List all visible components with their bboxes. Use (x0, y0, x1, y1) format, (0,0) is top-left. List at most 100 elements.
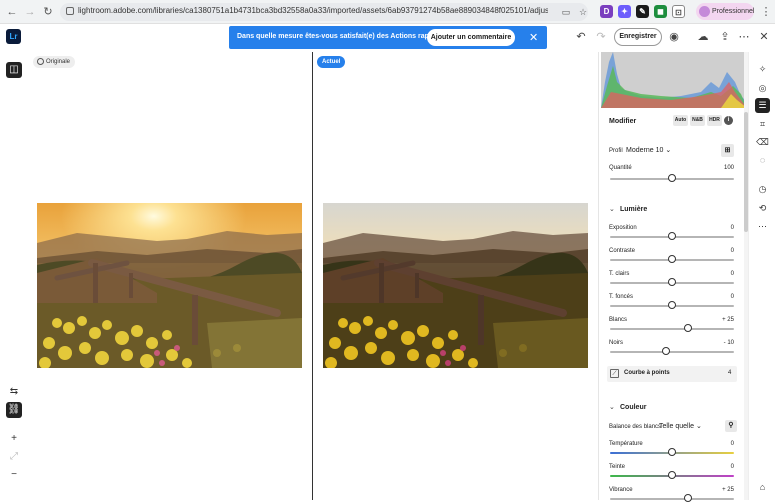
extension-d-icon[interactable]: D (600, 5, 613, 18)
presets-icon[interactable]: ◎ (755, 81, 770, 96)
quantity-slider-thumb[interactable] (668, 174, 676, 182)
masking-icon[interactable]: ◌ (755, 153, 770, 168)
auto-button[interactable]: Auto (673, 115, 688, 126)
cloud-icon[interactable]: ☁ (696, 30, 710, 44)
original-photo (37, 203, 302, 368)
curve-icon: ⟋ (610, 369, 619, 378)
light-label: T. foncés (609, 294, 634, 300)
profile-dropdown[interactable]: Moderne 10 ⌄ (626, 146, 671, 154)
color-section-title[interactable]: Couleur (620, 404, 646, 411)
swap-icon[interactable]: ⇆ (6, 384, 22, 400)
extension-star-icon[interactable]: ✦ (618, 5, 631, 18)
original-tag-label: Originale (46, 59, 71, 65)
compare-divider[interactable] (312, 52, 313, 500)
quantity-label: Quantité (609, 165, 632, 171)
edit-panel: Modifier Auto N&B HDR i Profil Moderne 1… (598, 52, 748, 502)
redo-icon[interactable]: ↷ (594, 30, 608, 44)
profile-button[interactable]: Professionnel (696, 3, 754, 20)
right-toolbar: ✧ ◎ ☰ ⌗ ⌫ ◌ ◷ ⟲ ⋯ ⌂ (748, 52, 775, 500)
clock-icon (37, 58, 44, 65)
more-tools-icon[interactable]: ⋯ (755, 219, 770, 234)
crop-icon[interactable]: ⌗ (755, 117, 770, 132)
panel-title: Modifier (609, 118, 637, 125)
link-icon[interactable]: ⛓ (6, 402, 22, 418)
color-value: + 25 (722, 487, 734, 493)
light-slider-thumb[interactable] (668, 278, 676, 286)
light-slider-thumb[interactable] (668, 301, 676, 309)
save-button[interactable]: Enregistrer (614, 28, 662, 46)
light-value: - 10 (723, 340, 734, 346)
color-slider-thumb[interactable] (668, 471, 676, 479)
tag-icon[interactable]: ⌂ (755, 480, 770, 495)
light-slider-thumb[interactable] (668, 255, 676, 263)
compare-view-icon[interactable]: ◫ (6, 62, 22, 78)
bw-button[interactable]: N&B (690, 115, 705, 126)
light-section-title[interactable]: Lumière (620, 206, 647, 213)
info-icon[interactable]: i (724, 116, 733, 125)
profile-browser-icon[interactable]: ⊞ (721, 144, 734, 157)
point-curve-row[interactable]: ⟋ Courbe à points 4 (607, 366, 737, 382)
url-text: lightroom.adobe.com/libraries/ca1380751a… (78, 6, 548, 15)
light-slider[interactable] (610, 328, 734, 330)
chevron-down-icon[interactable]: ⌄ (609, 205, 615, 213)
lightroom-logo[interactable]: Lr (6, 29, 21, 44)
compare-canvas: Originale Actuel (30, 52, 598, 500)
eyedropper-icon[interactable]: ⚲ (725, 420, 737, 432)
edited-photo (323, 203, 588, 368)
cast-icon[interactable]: ▭ (558, 4, 574, 20)
heal-icon[interactable]: ⌫ (755, 135, 770, 150)
light-label: Blancs (609, 317, 628, 323)
address-bar[interactable]: lightroom.adobe.com/libraries/ca1380751a… (60, 3, 588, 21)
edit-icon[interactable]: ☰ (755, 98, 770, 113)
light-slider-thumb[interactable] (683, 324, 692, 332)
light-slider[interactable] (610, 351, 734, 353)
close-icon[interactable]: ✕ (529, 31, 538, 44)
color-value: 0 (730, 441, 734, 447)
wb-dropdown[interactable]: Telle quelle ⌄ (659, 422, 702, 430)
fit-icon[interactable]: ⤢ (6, 449, 22, 465)
feedback-banner: Dans quelle mesure êtes-vous satisfait(e… (229, 26, 547, 49)
extension-pen-icon[interactable]: ✎ (636, 5, 649, 18)
versions-icon[interactable]: ⟲ (755, 201, 770, 216)
hdr-button[interactable]: HDR (707, 115, 722, 126)
zoom-out-icon[interactable]: − (6, 467, 22, 483)
profile-value: Moderne 10 (626, 147, 664, 154)
wb-value: Telle quelle (659, 423, 695, 430)
chevron-down-icon[interactable]: ⌄ (609, 403, 615, 411)
share-icon[interactable]: ⇪ (718, 30, 732, 44)
light-slider-thumb[interactable] (668, 232, 676, 240)
add-comment-button[interactable]: Ajouter un commentaire (427, 29, 515, 46)
light-slider-thumb[interactable] (661, 347, 670, 355)
color-label: Température (609, 441, 643, 447)
extensions-puzzle-icon[interactable]: ⊡ (672, 5, 685, 18)
light-value: + 25 (722, 317, 734, 323)
light-value: 0 (730, 294, 734, 300)
original-tag: Originale (33, 56, 76, 68)
zoom-in-icon[interactable]: + (6, 431, 22, 447)
wb-label: Balance des blancs (609, 424, 662, 430)
color-slider-thumb[interactable] (683, 494, 692, 502)
actual-tag: Actuel (317, 56, 346, 68)
browser-toolbar: ← → ↻ lightroom.adobe.com/libraries/ca13… (0, 0, 775, 24)
app-header: Lr Dans quelle mesure êtes-vous satisfai… (0, 24, 775, 52)
quick-actions-icon[interactable]: ✧ (755, 62, 770, 77)
color-slider-thumb[interactable] (668, 448, 676, 456)
banner-text: Dans quelle mesure êtes-vous satisfait(e… (237, 33, 450, 40)
light-value: 0 (730, 225, 734, 231)
eye-icon[interactable]: ◉ (667, 30, 681, 44)
undo-icon[interactable]: ↶ (574, 30, 588, 44)
color-label: Teinte (609, 464, 626, 470)
more-icon[interactable]: ⋯ (737, 30, 751, 44)
browser-menu-icon[interactable]: ⋮ (758, 4, 774, 20)
back-icon[interactable]: ← (4, 4, 20, 20)
close-app-icon[interactable]: ✕ (757, 30, 771, 44)
reload-icon[interactable]: ↻ (40, 4, 56, 20)
site-info-icon[interactable] (66, 7, 74, 15)
history-icon[interactable]: ◷ (755, 182, 770, 197)
point-curve-label: Courbe à points (624, 370, 670, 376)
light-value: 0 (730, 248, 734, 254)
quantity-value: 100 (723, 165, 734, 171)
bookmark-icon[interactable]: ☆ (575, 4, 591, 20)
extension-green-icon[interactable]: ◼ (654, 5, 667, 18)
forward-icon[interactable]: → (22, 4, 38, 20)
